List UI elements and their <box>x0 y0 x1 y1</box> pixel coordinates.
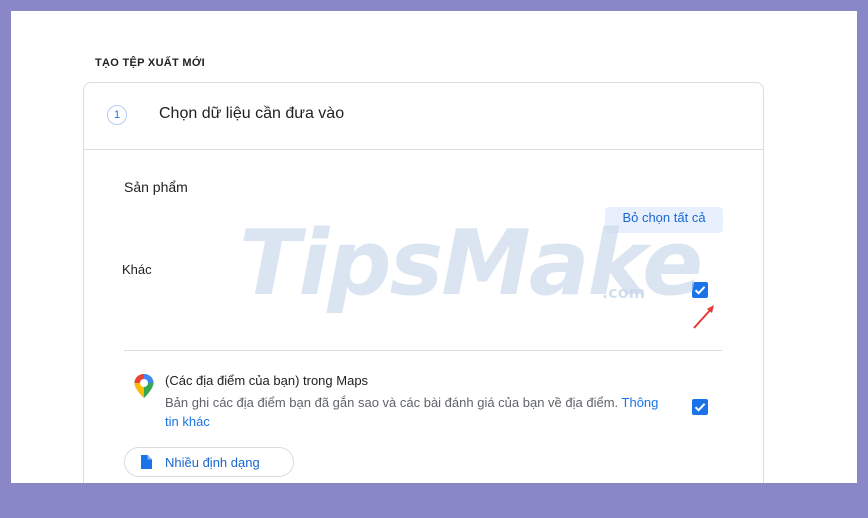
file-icon <box>141 455 152 469</box>
step-label: Chọn dữ liệu cần đưa vào <box>159 105 345 122</box>
step-number-badge: 1 <box>107 105 127 125</box>
maps-description-text: Bản ghi các địa điểm bạn đã gắn sao và c… <box>165 395 619 410</box>
check-icon <box>694 403 706 412</box>
maps-checkbox[interactable] <box>692 399 708 415</box>
multiple-formats-label: Nhiều định dạng <box>165 455 260 470</box>
deselect-all-button[interactable]: Bỏ chọn tất cả <box>605 207 723 233</box>
maps-pin-icon <box>133 373 155 404</box>
products-section-label: Sản phẩm <box>124 179 188 195</box>
other-checkbox[interactable] <box>692 282 708 298</box>
annotation-arrow-icon <box>693 305 714 329</box>
screenshot-frame: TẠO TỆP XUẤT MỚI 1 Chọn dữ liệu cần đưa … <box>11 11 857 483</box>
multiple-formats-button[interactable]: Nhiều định dạng <box>124 447 294 477</box>
watermark-suffix: .com <box>602 283 646 302</box>
other-label: Khác <box>122 262 152 277</box>
maps-product-description: Bản ghi các địa điểm bạn đã gắn sao và c… <box>165 393 675 431</box>
divider <box>124 350 722 351</box>
page-title: TẠO TỆP XUẤT MỚI <box>95 57 205 69</box>
check-icon <box>694 286 706 295</box>
export-card: 1 Chọn dữ liệu cần đưa vào Sản phẩm Bỏ c… <box>83 82 764 483</box>
step-header[interactable]: 1 Chọn dữ liệu cần đưa vào <box>84 83 763 150</box>
maps-product-title: (Các địa điểm của bạn) trong Maps <box>165 373 369 388</box>
